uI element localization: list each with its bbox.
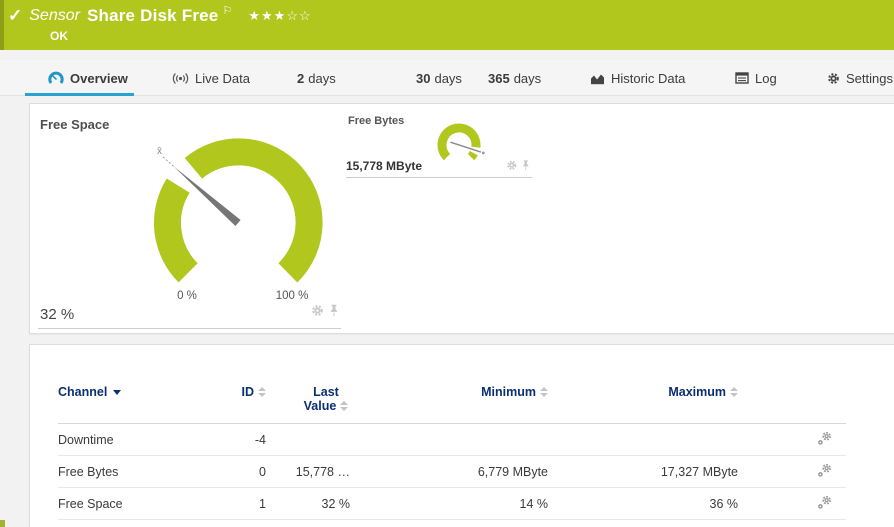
tab-live-data[interactable]: Live Data	[172, 60, 250, 96]
tab-overview[interactable]: Overview	[48, 60, 128, 96]
tab-365-days[interactable]: 365 days	[488, 60, 541, 96]
header-channel[interactable]: Channel	[58, 385, 208, 424]
table-header-row: Channel ID Last Value Minimum Maximum	[58, 385, 846, 424]
gear-icon	[827, 72, 840, 85]
tab-historic-data[interactable]: Historic Data	[590, 60, 685, 96]
table-row-free-space[interactable]: Free Space 1 32 % 14 % 36 %	[58, 488, 846, 520]
sort-icon	[258, 387, 266, 399]
channel-settings-icon[interactable]	[817, 435, 832, 449]
tab-settings[interactable]: Settings	[827, 60, 893, 96]
status-badge: OK	[50, 29, 68, 43]
sort-icon	[540, 387, 548, 399]
log-icon	[735, 72, 749, 84]
widget-pin-icon[interactable]	[329, 304, 339, 322]
gauge-min-label: 0 %	[177, 290, 197, 302]
priority-stars[interactable]: ★★★☆☆	[248, 8, 311, 24]
free-space-gauge: x̄ 0 % 100 %	[138, 118, 338, 318]
channel-settings-icon[interactable]	[817, 467, 832, 481]
tab-30-days[interactable]: 30 days	[416, 60, 462, 96]
table-row-free-bytes[interactable]: Free Bytes 0 15,778 … 6,779 MByte 17,327…	[58, 456, 846, 488]
channel-settings-icon[interactable]	[817, 499, 832, 513]
object-kind-label: Sensor	[29, 7, 80, 25]
channel-table-panel: Channel ID Last Value Minimum Maximum Do…	[29, 344, 894, 527]
tab-log[interactable]: Log	[735, 60, 777, 96]
sort-desc-icon	[113, 390, 121, 395]
header-id[interactable]: ID	[208, 385, 266, 424]
sort-icon	[730, 387, 738, 399]
free-space-gauge-widget[interactable]: Free Space x̄ 0 % 100 % 32 %	[38, 112, 341, 329]
free-bytes-value: 15,778 MByte	[346, 159, 422, 173]
header-maximum[interactable]: Maximum	[548, 385, 738, 424]
cutoff-status-sliver	[0, 520, 5, 527]
sort-icon	[340, 401, 348, 413]
widget-pin-icon[interactable]	[522, 160, 531, 175]
widget-gear-icon[interactable]	[506, 160, 517, 175]
overview-panel: Free Space x̄ 0 % 100 % 32 % Free Bytes	[29, 103, 894, 334]
favorite-flag-icon[interactable]: ⚐	[222, 4, 232, 17]
header-last-value[interactable]: Last Value	[266, 385, 350, 424]
sensor-title: Share Disk Free	[87, 6, 219, 26]
tab-2-days[interactable]: 2 days	[297, 60, 336, 96]
widget-gear-icon[interactable]	[311, 304, 324, 322]
sensor-header: ✓ Sensor Share Disk Free ⚐ ★★★☆☆ OK	[0, 0, 894, 50]
gauge-icon	[48, 71, 64, 85]
header-actions	[738, 385, 846, 424]
free-bytes-gauge-widget[interactable]: Free Bytes 15,778 MByte	[346, 112, 532, 178]
free-bytes-gauge	[423, 116, 495, 174]
free-space-value: 32 %	[40, 306, 74, 323]
chart-icon	[590, 72, 605, 85]
status-stripe	[0, 0, 4, 50]
ok-check-icon: ✓	[8, 6, 22, 26]
header-minimum[interactable]: Minimum	[350, 385, 548, 424]
channel-table: Channel ID Last Value Minimum Maximum Do…	[58, 385, 846, 520]
tab-bar: Overview Live Data 2 days 30 days 365 da…	[0, 60, 894, 96]
gauge-max-label: 100 %	[276, 290, 309, 302]
table-row-downtime[interactable]: Downtime -4	[58, 424, 846, 456]
average-marker: x̄	[157, 146, 162, 157]
broadcast-icon	[172, 72, 189, 85]
